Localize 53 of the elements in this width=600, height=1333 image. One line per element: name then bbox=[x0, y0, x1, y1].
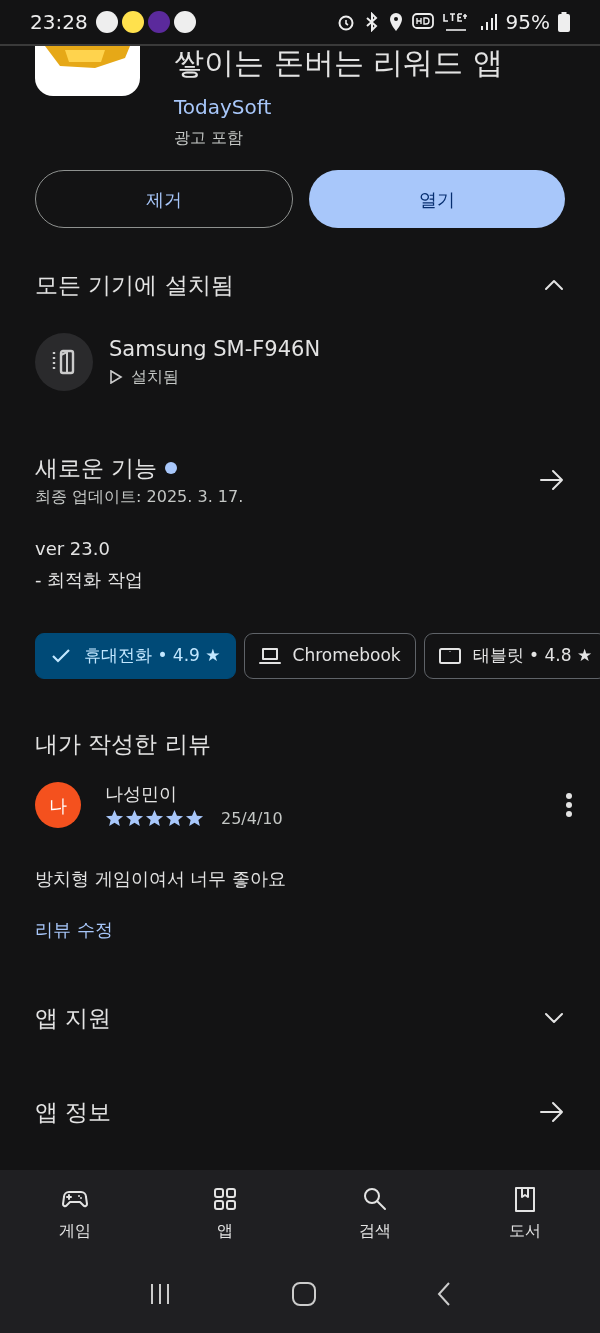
more-options-icon[interactable] bbox=[565, 792, 573, 818]
release-note-line: - 최적화 작업 bbox=[35, 568, 144, 592]
review-text: 방치형 게임이여서 너무 좋아요 bbox=[35, 866, 288, 891]
edit-review-link[interactable]: 리뷰 수정 bbox=[35, 915, 113, 943]
section-title: 새로운 기능 bbox=[35, 453, 158, 483]
hd-voice-icon bbox=[411, 12, 434, 32]
app-icon bbox=[35, 46, 140, 96]
device-filter-chip[interactable]: Chromebook bbox=[243, 633, 416, 679]
nav-tab[interactable]: 게임 bbox=[0, 1184, 150, 1265]
device-filter-chip[interactable]: 휴대전화 • 4.9 ★ bbox=[35, 633, 236, 679]
user-avatar: 나 bbox=[35, 782, 81, 828]
star-icon bbox=[145, 809, 164, 828]
back-icon[interactable] bbox=[436, 1281, 452, 1307]
location-icon bbox=[387, 12, 404, 32]
device-filter-chip[interactable]: 태블릿 • 4.8 ★ bbox=[423, 633, 600, 679]
battery-level: 95% bbox=[505, 9, 550, 36]
app-notification-icon bbox=[121, 11, 144, 33]
recent-apps-icon[interactable] bbox=[148, 1282, 172, 1306]
star-icon bbox=[185, 809, 204, 828]
nav-tab[interactable]: 앱 bbox=[150, 1184, 300, 1265]
install-status: 설치됨 bbox=[131, 366, 179, 389]
device-name: Samsung SM-F946N bbox=[109, 335, 321, 363]
battery-icon bbox=[558, 12, 570, 32]
review-date: 25/4/10 bbox=[221, 807, 283, 830]
action-button[interactable]: 열기 bbox=[309, 170, 565, 228]
home-icon[interactable] bbox=[292, 1282, 316, 1306]
section-title: 앱 지원 bbox=[35, 1003, 112, 1033]
chevron-up-icon[interactable] bbox=[543, 278, 565, 293]
developer-link[interactable]: TodaySoft bbox=[174, 92, 503, 122]
update-date: 최종 업데이트: 2025. 3. 17. bbox=[35, 486, 244, 508]
search-icon bbox=[361, 1185, 389, 1213]
star-icon bbox=[165, 809, 184, 828]
section-title: 내가 작성한 리뷰 bbox=[35, 730, 212, 759]
laptop-icon bbox=[258, 645, 281, 667]
signal-icon bbox=[479, 12, 498, 32]
apps-grid-icon bbox=[211, 1185, 239, 1213]
tablet-icon bbox=[438, 645, 461, 667]
play-store-icon bbox=[109, 370, 123, 385]
star-icon bbox=[125, 809, 144, 828]
star-icon bbox=[105, 809, 124, 828]
reviewer-name: 나성민이 bbox=[105, 781, 178, 806]
app-notification-icon bbox=[147, 11, 170, 33]
arrow-right-icon[interactable] bbox=[539, 468, 565, 491]
ads-note: 광고 포함 bbox=[174, 127, 245, 149]
nav-tab[interactable]: 검색 bbox=[300, 1184, 450, 1265]
release-note-line: ver 23.0 bbox=[35, 537, 111, 561]
clock-time: 23:28 bbox=[30, 9, 88, 36]
chevron-down-icon[interactable] bbox=[543, 1010, 565, 1025]
nav-tab[interactable]: 도서 bbox=[450, 1184, 600, 1265]
app-title: 쌓이는 돈버는 리워드 앱 bbox=[174, 48, 503, 78]
section-title: 앱 정보 bbox=[35, 1098, 112, 1127]
arrow-right-icon[interactable] bbox=[539, 1101, 565, 1124]
section-title: 모든 기기에 설치됨 bbox=[35, 271, 234, 300]
